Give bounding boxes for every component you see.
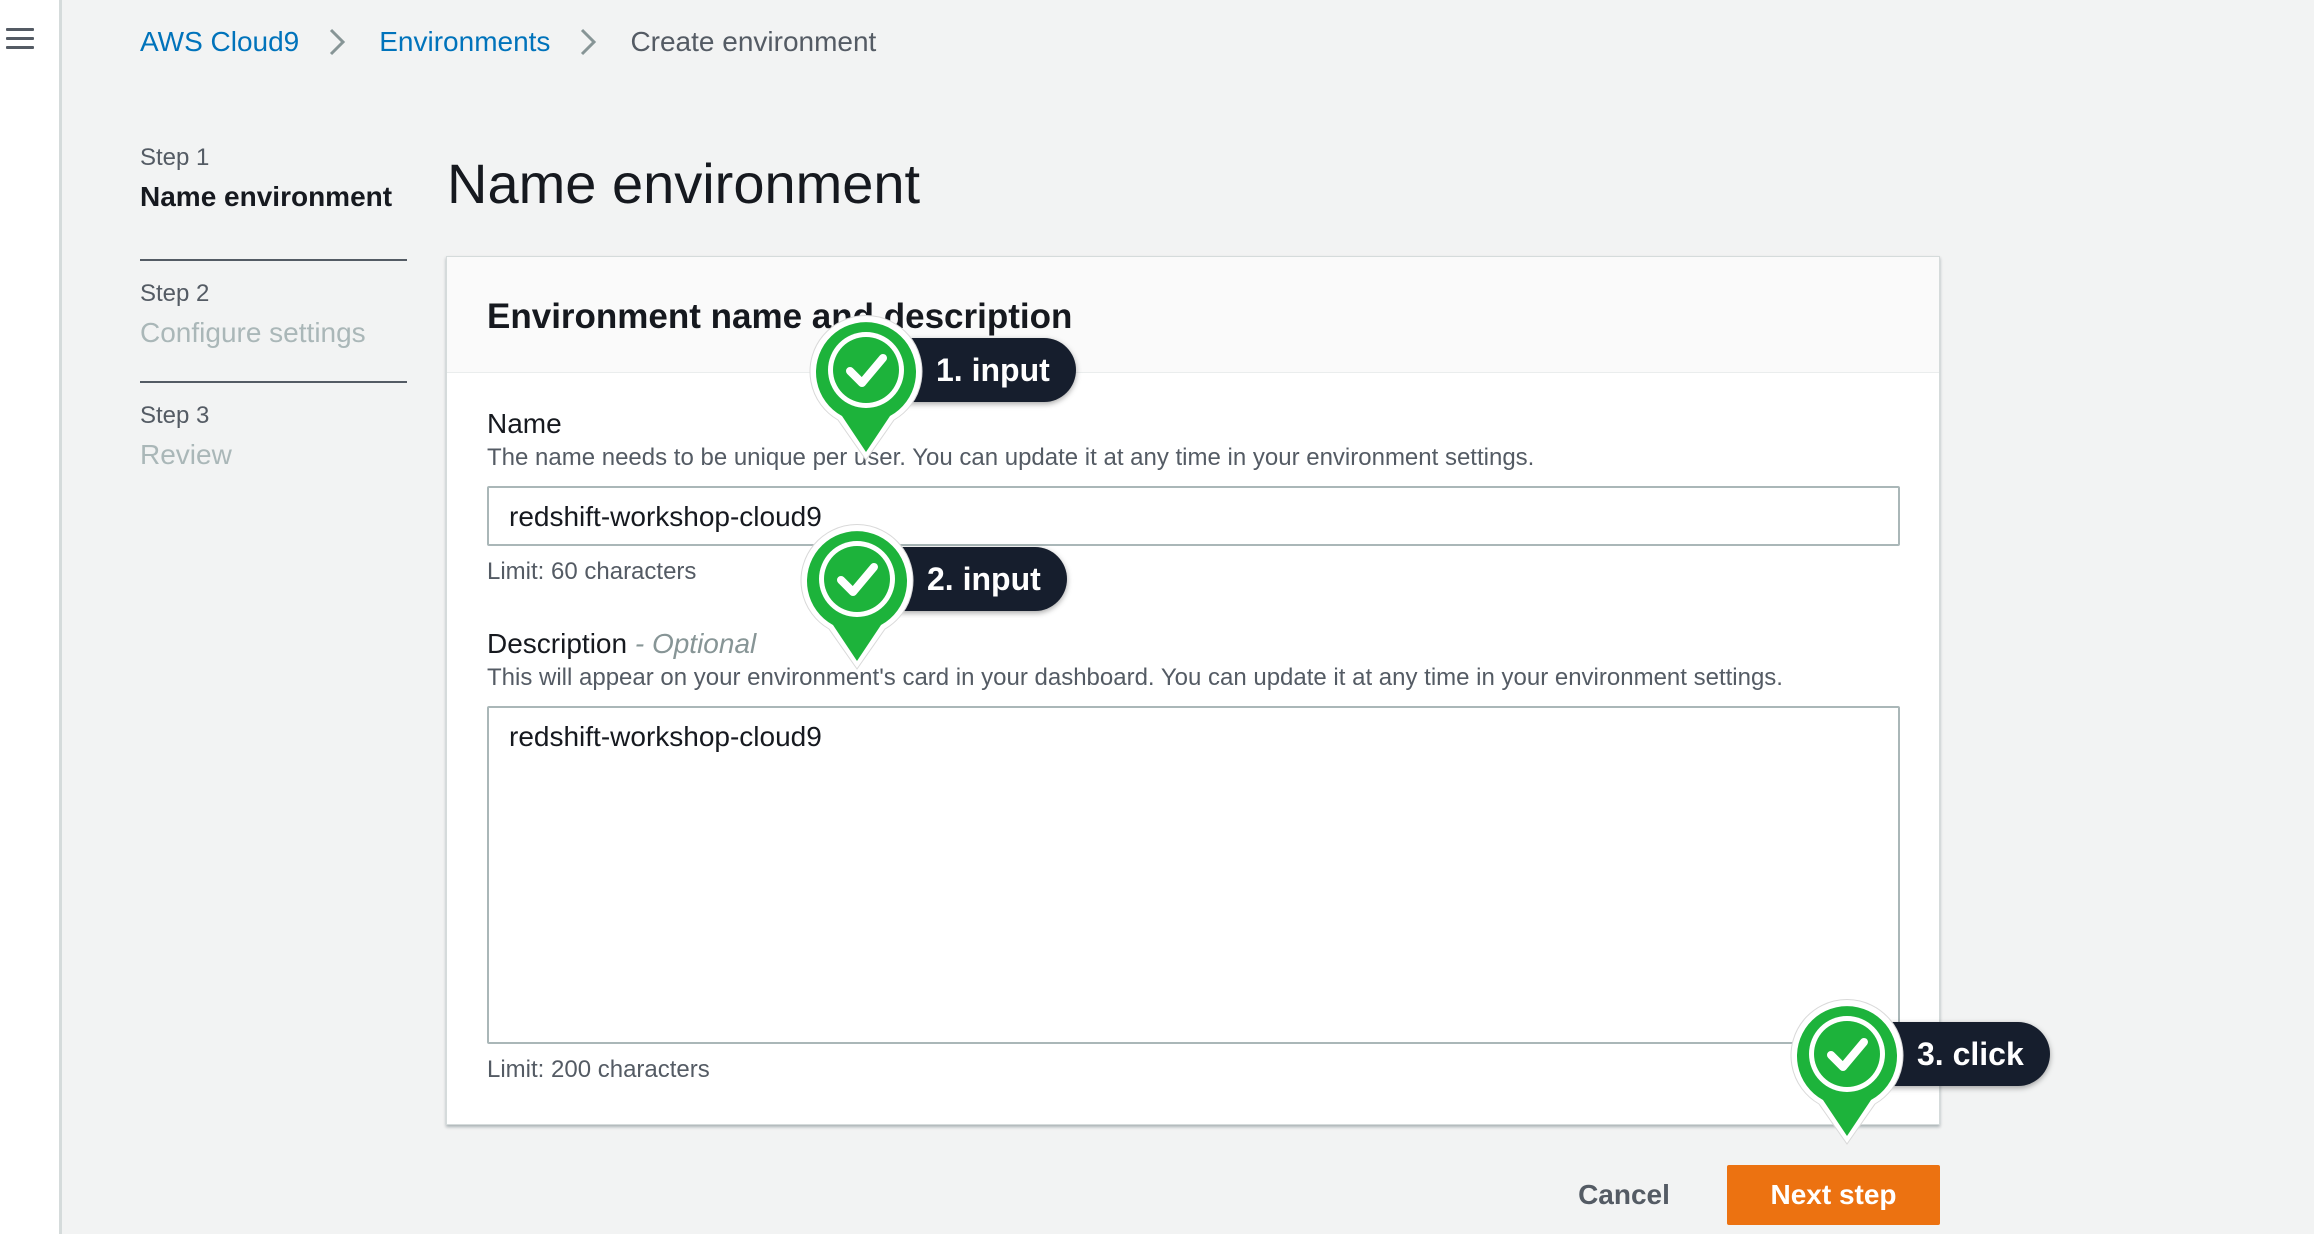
description-textarea[interactable]: redshift-workshop-cloud9 <box>487 706 1900 1044</box>
check-icon <box>800 524 914 670</box>
check-icon <box>1790 999 1904 1145</box>
wizard-step-2: Step 2 Configure settings <box>140 261 407 383</box>
next-step-button[interactable]: Next step <box>1727 1165 1940 1225</box>
description-help: This will appear on your environment's c… <box>487 664 1783 691</box>
panel-title: Environment name and description <box>487 297 1073 336</box>
wizard-step-1: Step 1 Name environment <box>140 140 407 261</box>
description-label-text: Description <box>487 628 628 659</box>
panel-header: Environment name and description <box>447 257 1939 373</box>
cancel-button[interactable]: Cancel <box>1564 1167 1684 1223</box>
page-title: Name environment <box>447 152 921 215</box>
step-number: Step 1 <box>140 144 210 171</box>
breadcrumb-current: Create environment <box>630 26 877 57</box>
description-label: Description - Optional <box>487 627 756 661</box>
step-title: Configure settings <box>140 317 366 348</box>
wizard-steps: Step 1 Name environment Step 2 Configure… <box>140 140 407 505</box>
left-navigation-rail <box>0 0 62 1234</box>
step-title: Name environment <box>140 181 393 212</box>
hamburger-menu-icon[interactable] <box>6 26 34 52</box>
name-limit: Limit: 60 characters <box>487 558 697 585</box>
breadcrumb: AWS Cloud9 Environments Create environme… <box>140 26 876 58</box>
chevron-right-icon <box>330 28 346 56</box>
name-label: Name <box>487 408 562 439</box>
step-number: Step 2 <box>140 280 210 307</box>
name-input[interactable]: redshift-workshop-cloud9 <box>487 486 1900 546</box>
environment-details-panel: Environment name and description Name Th… <box>446 256 1940 1125</box>
description-limit: Limit: 200 characters <box>487 1056 710 1083</box>
breadcrumb-environments[interactable]: Environments <box>379 26 550 58</box>
optional-tag: - Optional <box>634 628 757 659</box>
name-description: The name needs to be unique per user. Yo… <box>487 444 1535 471</box>
check-icon <box>809 315 923 461</box>
chevron-right-icon <box>581 28 597 56</box>
step-number: Step 3 <box>140 402 210 429</box>
step-title: Review <box>140 439 232 470</box>
wizard-step-3: Step 3 Review <box>140 383 407 505</box>
breadcrumb-aws-cloud9[interactable]: AWS Cloud9 <box>140 26 299 58</box>
